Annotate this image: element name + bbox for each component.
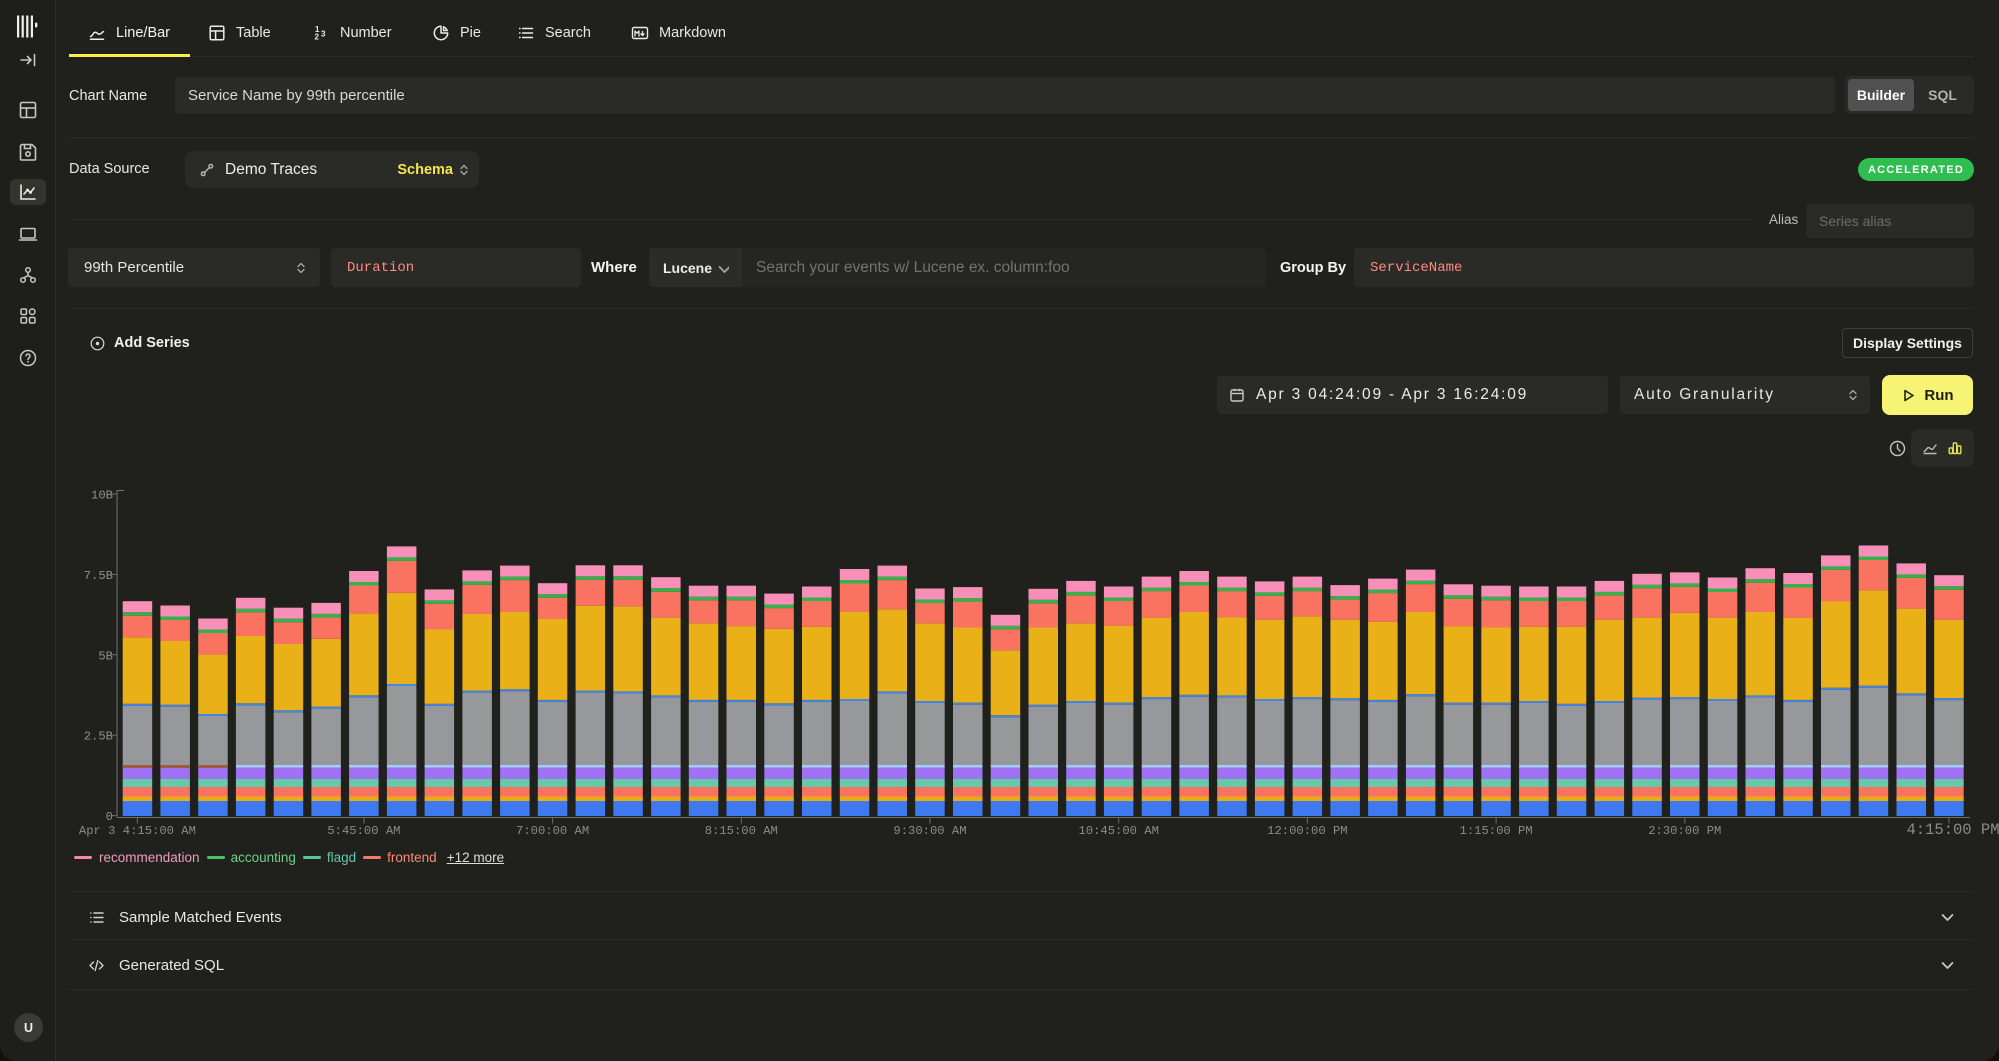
svg-text:2.5B: 2.5B	[84, 730, 113, 744]
svg-text:10:45:00 AM: 10:45:00 AM	[1078, 824, 1158, 838]
svg-text:5B: 5B	[98, 649, 113, 663]
svg-text:7:00:00 AM: 7:00:00 AM	[516, 824, 589, 838]
svg-text:9:30:00 AM: 9:30:00 AM	[893, 824, 966, 838]
svg-text:8:15:00 AM: 8:15:00 AM	[705, 824, 778, 838]
svg-text:5:45:00 AM: 5:45:00 AM	[327, 824, 400, 838]
svg-text:7.5B: 7.5B	[84, 569, 113, 583]
svg-text:4:15:00 PM: 4:15:00 PM	[1906, 821, 1999, 839]
svg-text:12:00:00 PM: 12:00:00 PM	[1267, 824, 1347, 838]
svg-text:0: 0	[106, 810, 113, 824]
svg-text:1:15:00 PM: 1:15:00 PM	[1460, 824, 1533, 838]
svg-text:10B: 10B	[91, 489, 113, 503]
svg-text:2:30:00 PM: 2:30:00 PM	[1648, 824, 1721, 838]
svg-text:Apr 3 4:15:00 AM: Apr 3 4:15:00 AM	[79, 824, 196, 838]
